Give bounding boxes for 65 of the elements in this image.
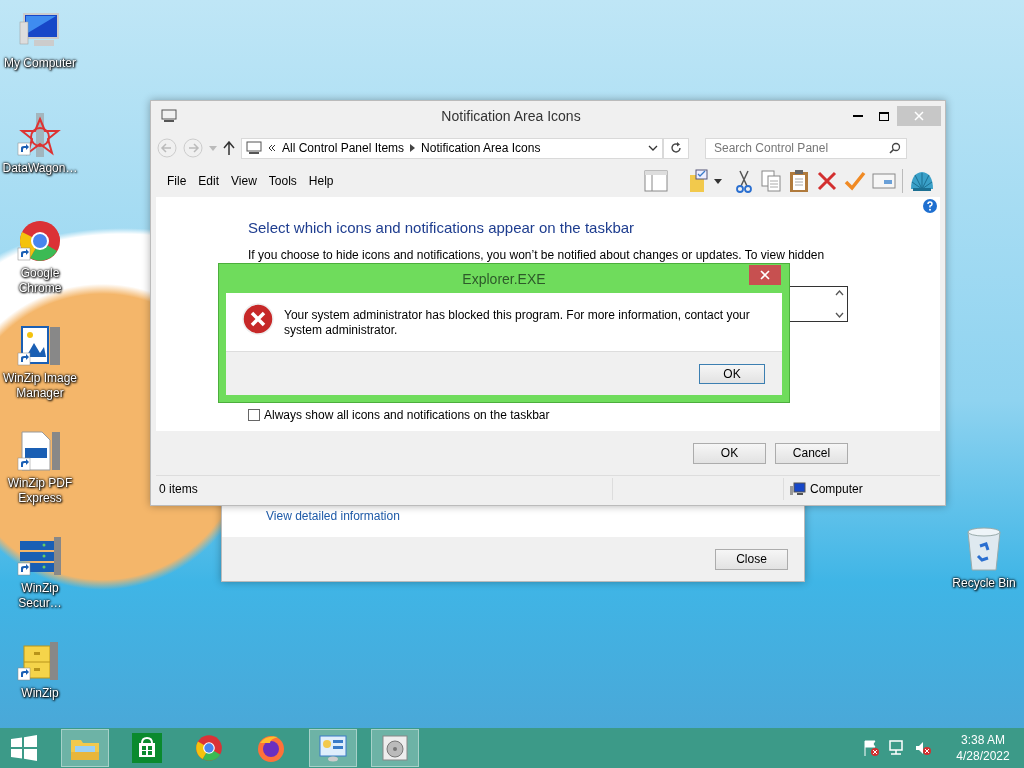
recycle-bin-icon (964, 526, 1004, 572)
shopping-bag-icon (132, 733, 162, 763)
checkbox-label[interactable]: Always show all icons and notifications on the taskbar (264, 408, 550, 422)
ok-button[interactable]: OK (693, 442, 766, 464)
ok-button[interactable]: OK (699, 363, 765, 384)
taskbar-button[interactable] (371, 729, 419, 767)
breadcrumb-item[interactable]: All Control Panel Items (282, 141, 405, 155)
date-text: 4/28/2022 (955, 748, 1011, 764)
menu-item[interactable]: View (225, 174, 263, 188)
clipboard-icon[interactable] (788, 169, 810, 193)
chevrons-icon (268, 144, 276, 152)
cancel-button[interactable]: Cancel (775, 442, 848, 464)
taskbar-button[interactable] (309, 729, 357, 767)
minimize-icon (853, 114, 863, 118)
search-icon (889, 141, 901, 154)
checkmark-icon[interactable] (844, 170, 866, 192)
network-icon[interactable] (888, 739, 906, 757)
menu-item[interactable]: Tools (262, 174, 303, 188)
windows-logo-icon (11, 735, 37, 761)
scissors-icon[interactable] (734, 169, 754, 193)
computer-icon (790, 482, 806, 496)
refresh-button[interactable] (663, 137, 689, 159)
close-icon (760, 269, 770, 280)
checkbox[interactable] (248, 409, 260, 421)
chrome-icon (195, 734, 223, 762)
desktop-icon-label[interactable]: Google Chrome (1, 266, 79, 296)
folder-check-icon[interactable] (688, 169, 708, 193)
time-text: 3:38 AM (960, 732, 1006, 748)
error-icon (242, 303, 274, 335)
computer-icon (246, 141, 262, 155)
delete-icon[interactable] (816, 170, 838, 192)
breadcrumb-item[interactable]: Notification Area Icons (421, 141, 541, 155)
control-panel-icon (318, 734, 348, 762)
description-text: If you choose to hide icons and notifications, you won’t be notified about changes or updates. To view hidden (248, 248, 826, 262)
flag-error-icon[interactable] (862, 739, 880, 757)
window-title: Notification Area Icons (440, 108, 582, 124)
refresh-icon (670, 142, 682, 154)
computer-icon (161, 109, 177, 123)
close-button[interactable] (749, 265, 781, 285)
firefox-icon (256, 733, 286, 763)
shell-icon[interactable] (909, 169, 935, 193)
caret-icon[interactable] (714, 178, 722, 184)
page-heading: Select which icons and notifications appear on the taskbar (248, 219, 636, 236)
scroll-up-icon[interactable] (834, 290, 844, 296)
search-field[interactable]: Search Control Panel (705, 137, 907, 159)
dialog-title: Explorer.EXE (462, 270, 546, 287)
item-count: 0 items (158, 482, 199, 496)
breadcrumb-arrow-icon (410, 144, 416, 152)
maximize-icon (879, 111, 889, 121)
close-icon (914, 111, 924, 121)
chevron-down-icon[interactable] (648, 145, 658, 151)
start-button[interactable] (8, 732, 40, 764)
menu-item[interactable]: Help (302, 174, 340, 188)
menu-item[interactable]: File (161, 174, 193, 188)
close-button[interactable]: Close (715, 548, 788, 570)
error-message: Your system administrator has blocked this program. For more information, contact your system administrator. (284, 308, 751, 338)
up-arrow-icon[interactable] (223, 141, 235, 155)
address-bar[interactable]: All Control Panel Items Notification Area Icons (241, 137, 663, 159)
help-icon[interactable] (923, 199, 937, 213)
scroll-down-icon[interactable] (834, 312, 844, 318)
card-icon[interactable] (872, 172, 896, 190)
menu-item[interactable]: Edit (192, 174, 226, 188)
location-label: Computer (810, 482, 863, 496)
disk-drive-icon (380, 734, 410, 762)
details-link[interactable]: View detailed information (266, 509, 400, 523)
